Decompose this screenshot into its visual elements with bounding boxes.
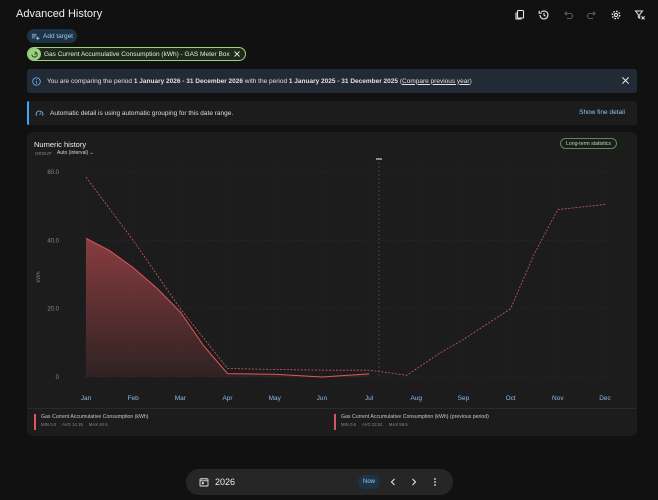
copy-icon[interactable] [508,6,532,24]
show-fine-detail-button[interactable]: Show fine detail [579,109,625,116]
now-button[interactable]: Now [358,475,381,489]
legend-avg: AVG 22.51 [362,422,383,427]
meter-icon [28,48,41,60]
x-tick-label: Aug [410,395,422,402]
top-app-bar: Advanced History [0,0,658,30]
selected-year[interactable]: 2026 [215,477,235,487]
add-target-button[interactable]: Add target [27,29,77,43]
legend-avg: AVG 14.15 [62,422,83,427]
x-tick-label: Oct [506,395,516,402]
auto-detail-text: Automatic detail is using automatic grou… [50,109,234,117]
toolbar [508,6,652,24]
target-chip[interactable]: Gas Current Accumulative Consumption (kW… [27,47,246,61]
x-tick-label: Dec [599,395,611,402]
settings-icon[interactable] [604,6,628,24]
legend-label: Gas Current Accumulative Consumption (kW… [341,414,489,420]
compare-previous-year-link[interactable]: Compare previous year [402,78,470,85]
x-tick-label: Jun [317,395,328,402]
x-tick-label: Mar [175,395,187,402]
more-vert-icon[interactable] [430,477,440,487]
legend-min: MIN 0.6 [341,422,357,427]
date-picker-bar: 2026 Now [186,469,453,495]
legend-max: MAX 40.6 [88,422,108,427]
remove-target-icon[interactable] [233,50,241,58]
series-current-area [86,238,370,377]
comparison-banner: You are comparing the period 1 January 2… [27,69,637,93]
x-tick-label: May [269,395,282,402]
legend-item[interactable]: Gas Current Accumulative Consumption (kW… [334,414,489,430]
legend-max: MAX 58.5 [388,422,408,427]
legend-label: Gas Current Accumulative Consumption (kW… [41,414,149,420]
target-chip-label: Gas Current Accumulative Consumption (kW… [44,50,230,58]
chevron-left-icon[interactable] [388,477,398,487]
clear-filter-icon[interactable] [628,6,652,24]
x-tick-label: Nov [552,395,564,402]
y-tick-label: 40.0 [47,238,59,244]
banner-period-current: 1 January 2026 - 31 December 2026 [133,77,243,85]
redo-icon[interactable] [580,6,604,24]
legend-item[interactable]: Gas Current Accumulative Consumption (kW… [34,414,149,430]
calendar-icon[interactable] [199,477,209,487]
auto-detail-notice: Automatic detail is using automatic grou… [27,101,637,125]
info-icon [32,76,41,86]
speedometer-icon [35,110,44,116]
add-target-label: Add target [43,32,73,40]
history-icon[interactable] [532,6,556,24]
chevron-right-icon[interactable] [409,477,419,487]
legend-min: MIN 0.0 [41,422,57,427]
x-tick-label: Sep [458,395,470,402]
y-tick-label: 60.0 [47,170,59,176]
y-axis-label: kWh [36,272,42,283]
cursor-marker [376,158,382,160]
banner-text: You are comparing the period 1 January 2… [47,77,472,85]
undo-icon[interactable] [556,6,580,24]
x-tick-label: Jul [365,395,374,402]
page-title: Advanced History [16,8,103,20]
history-chart[interactable]: 0 20.0 40.0 60.0 kWh Jan Feb Mar Apr May Jun Jul A… [27,132,637,412]
x-tick-label: Feb [128,395,140,402]
x-tick-label: Jan [81,395,92,402]
close-icon[interactable] [621,76,630,85]
banner-period-previous: 1 January 2025 - 31 December 2025 [288,77,399,85]
x-tick-label: Apr [222,395,233,402]
y-tick-label: 20.0 [47,307,59,313]
y-tick-label: 0 [56,375,60,381]
chart-legend: Gas Current Accumulative Consumption (kW… [27,408,637,436]
playlist-add-icon [31,33,40,40]
